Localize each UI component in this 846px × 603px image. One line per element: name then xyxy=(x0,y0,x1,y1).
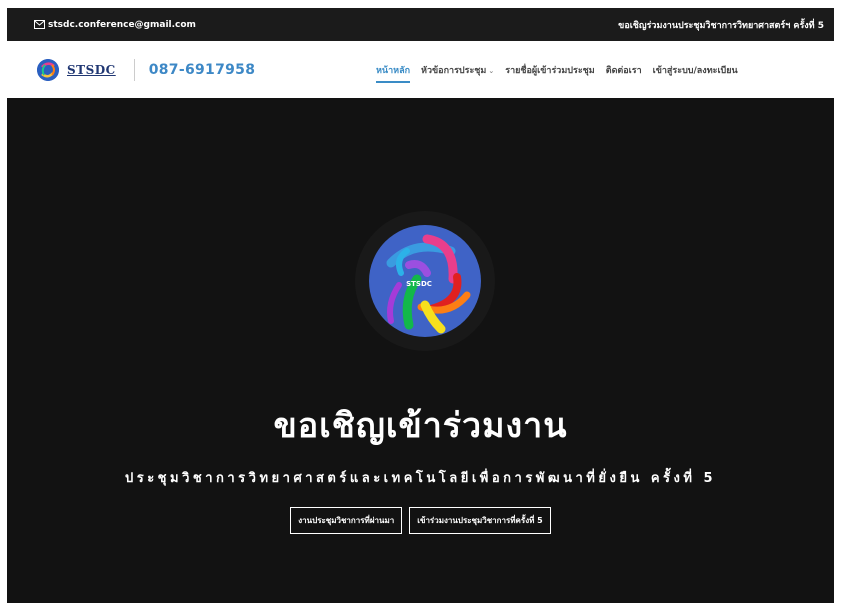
brand[interactable]: STSDC xyxy=(37,58,116,81)
past-conferences-button[interactable]: งานประชุมวิชาการที่ผ่านมา xyxy=(290,507,403,534)
contact-email[interactable]: stsdc.conference@gmail.com xyxy=(34,20,196,30)
top-bar: stsdc.conference@gmail.com ขอเชิญร่วมงาน… xyxy=(7,8,834,41)
chevron-down-icon: ⌄ xyxy=(488,66,495,75)
menu-item-topics[interactable]: หัวข้อการประชุม ⌄ xyxy=(421,59,494,81)
menu-item-home[interactable]: หน้าหลัก xyxy=(376,59,411,83)
main-menu: หน้าหลัก หัวข้อการประชุม ⌄ รายชื่อผู้เข้า… xyxy=(376,41,738,98)
announcement-text[interactable]: ขอเชิญร่วมงานประชุมวิชาการวิทยาศาสตร์ฯ ค… xyxy=(618,18,824,32)
brand-divider xyxy=(133,58,135,81)
hero-logo-text: STSDC xyxy=(406,280,432,288)
hero-logo: STSDC xyxy=(369,225,481,337)
menu-item-login-register[interactable]: เข้าสู่ระบบ/ลงทะเบียน xyxy=(653,59,738,81)
main-navbar: STSDC 087-6917958 หน้าหลัก หัวข้อการประช… xyxy=(7,41,834,98)
hero-button-group: งานประชุมวิชาการที่ผ่านมา เข้าร่วมงานประ… xyxy=(7,507,834,534)
brand-name[interactable]: STSDC xyxy=(67,63,116,77)
brand-logo[interactable] xyxy=(37,58,59,81)
phone-number[interactable]: 087-6917958 xyxy=(149,62,256,78)
email-text[interactable]: stsdc.conference@gmail.com xyxy=(48,20,196,30)
hero-section: STSDC ขอเชิญเข้าร่วมงาน ประชุมวิชาการวิท… xyxy=(7,98,834,603)
join-conference-button[interactable]: เข้าร่วมงานประชุมวิชาการที่ครั้งที่ 5 xyxy=(409,507,551,534)
menu-item-participants[interactable]: รายชื่อผู้เข้าร่วมประชุม xyxy=(505,59,594,81)
menu-item-topics-label: หัวข้อการประชุม xyxy=(421,65,487,76)
envelope-icon xyxy=(34,20,45,29)
menu-item-contact[interactable]: ติดต่อเรา xyxy=(606,59,642,81)
hero-subtitle: ประชุมวิชาการวิทยาศาสตร์และเทคโนโลยีเพื่… xyxy=(124,471,717,486)
hero-title: ขอเชิญเข้าร่วมงาน xyxy=(273,406,568,446)
